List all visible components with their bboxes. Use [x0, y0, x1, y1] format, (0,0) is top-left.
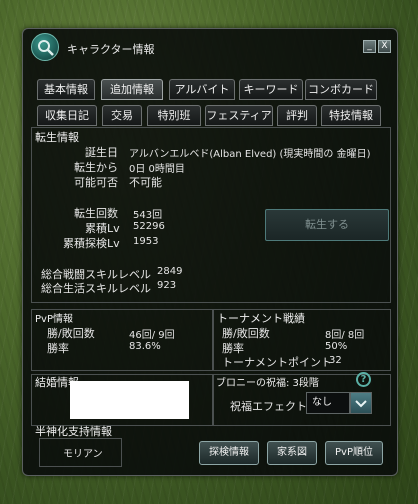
- tournament-points-value: 32: [329, 355, 342, 366]
- explore-info-button[interactable]: 探検情報: [199, 441, 259, 465]
- total-level-label: 累積Lv: [85, 222, 120, 235]
- blessing-effect-label: 祝福エフェクト: [230, 400, 307, 413]
- birthday-value: アルバンエルベド(Alban Elved) (現実時間の 金曜日): [129, 149, 371, 160]
- pvp-wl-value: 46回/ 9回: [129, 330, 175, 341]
- explore-level-value: 1953: [133, 236, 159, 247]
- tournament-rate-value: 50%: [325, 341, 348, 352]
- help-icon[interactable]: ?: [356, 372, 371, 387]
- since-rebirth-value: 0日 0時間目: [129, 164, 185, 175]
- rebirth-possible-value: 不可能: [129, 176, 162, 189]
- close-button[interactable]: X: [378, 40, 391, 53]
- pvp-rate-label: 勝率: [47, 342, 69, 355]
- tab-trade[interactable]: 交易: [102, 105, 142, 126]
- demigod-title: 半神化支持情報: [35, 425, 112, 438]
- rebirth-count-value: 543回: [133, 210, 163, 221]
- window-title: キャラクター情報: [67, 43, 155, 56]
- total-level-value: 52296: [133, 221, 165, 232]
- title-bar[interactable]: キャラクター情報 _ X: [23, 29, 397, 65]
- tab-part-time[interactable]: アルバイト: [169, 79, 235, 100]
- rebirth-possible-label: 可能可否: [74, 176, 118, 189]
- tab-reputation[interactable]: 評判: [277, 105, 317, 126]
- tournament-wl-value: 8回/ 8回: [325, 330, 365, 341]
- chevron-down-icon[interactable]: [350, 392, 372, 414]
- blessing-effect-select[interactable]: なし: [306, 392, 350, 414]
- pvp-title: PvP情報: [35, 314, 73, 325]
- tab-talent-info[interactable]: 特技情報: [321, 105, 381, 126]
- family-tree-button[interactable]: 家系図: [267, 441, 317, 465]
- tab-additional-info[interactable]: 追加情報: [101, 79, 163, 100]
- birthday-label: 誕生日: [85, 146, 118, 159]
- pvp-rate-value: 83.6%: [129, 341, 161, 352]
- tournament-wl-label: 勝/敗回数: [222, 327, 270, 340]
- magnifier-icon: [31, 33, 59, 61]
- tab-collection-diary[interactable]: 収集日記: [37, 105, 97, 126]
- rebirth-count-label: 転生回数: [74, 207, 118, 220]
- pvp-wl-label: 勝/敗回数: [47, 327, 95, 340]
- tab-festia[interactable]: フェスティア: [205, 105, 273, 126]
- pvp-rank-button[interactable]: PvP順位: [325, 441, 383, 465]
- tournament-title: トーナメント戦績: [217, 312, 305, 325]
- tab-combo-card[interactable]: コンボカード: [305, 79, 377, 100]
- tournament-points-label: トーナメントポイント: [222, 356, 332, 369]
- tab-basic-info[interactable]: 基本情報: [37, 79, 95, 100]
- tab-keyword[interactable]: キーワード: [239, 79, 303, 100]
- combat-skill-value: 2849: [157, 266, 183, 277]
- since-rebirth-label: 転生から: [74, 161, 118, 174]
- life-skill-value: 923: [157, 280, 177, 291]
- life-skill-label: 総合生活スキルレベル: [41, 282, 151, 295]
- tab-special-squad[interactable]: 特別班: [147, 105, 201, 126]
- character-info-window: キャラクター情報 _ X 基本情報 追加情報 アルバイト キーワード コンボカー…: [22, 28, 398, 476]
- marriage-partner-box: [70, 381, 189, 419]
- explore-level-label: 累積探検Lv: [63, 237, 120, 250]
- blessing-title: ブロニーの祝福: 3段階: [216, 378, 319, 389]
- rebirth-button[interactable]: 転生する: [265, 209, 389, 241]
- rebirth-section-title: 転生情報: [35, 131, 79, 144]
- demigod-value: モリアン: [63, 449, 103, 460]
- minimize-button[interactable]: _: [363, 40, 376, 53]
